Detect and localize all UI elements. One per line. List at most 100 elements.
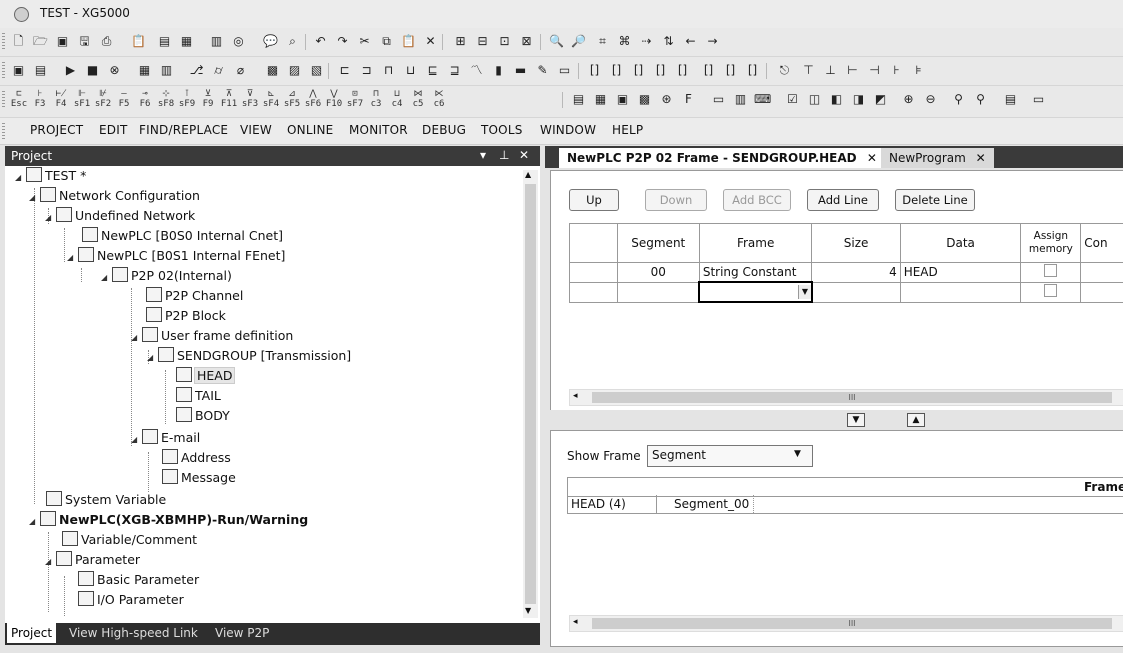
tree-node-cnet[interactable]: NewPLC [B0S0 Internal Cnet] [81, 226, 283, 246]
tab-view-high-speed-link[interactable]: View High-speed Link [69, 626, 198, 640]
col-frame[interactable]: Frame [698, 223, 813, 263]
toolbar-grip[interactable] [2, 62, 5, 80]
network-link-icon[interactable]: ⊡ [496, 33, 513, 50]
trend-icon[interactable]: 〽 [468, 62, 485, 79]
expanded-icon[interactable]: ◢ [131, 430, 141, 450]
delete-icon[interactable]: ✕ [422, 33, 439, 50]
close-icon[interactable]: ✕ [519, 148, 529, 162]
bracket-icon[interactable]: [] [586, 62, 603, 79]
con-cell[interactable] [1080, 281, 1123, 303]
search-icon-2[interactable]: ⚲ [972, 91, 989, 108]
find-next-icon[interactable]: ⇢ [638, 33, 655, 50]
size-cell[interactable] [811, 281, 901, 303]
down-button[interactable]: Down [645, 189, 707, 211]
check-icon[interactable]: ☑ [784, 91, 801, 108]
col-data[interactable]: Data [899, 223, 1022, 263]
tab-project[interactable]: Project [7, 623, 57, 643]
expanded-icon[interactable]: ◢ [147, 348, 157, 368]
ladder-key-sf8-icon[interactable]: ⊹ sF8 [157, 89, 175, 111]
tree-node-plc[interactable]: ◢ NewPLC(XGB-XBMHP)-Run/Warning [29, 510, 308, 530]
close-tab-icon[interactable]: ✕ [867, 151, 877, 165]
show-frame-select[interactable]: Segment ▼ [647, 445, 813, 467]
tree-node-user-frame-definition[interactable]: ◢ User frame definition [131, 326, 293, 346]
segment-cell[interactable] [616, 281, 700, 303]
f5-key-icon[interactable]: ⊢ [844, 62, 861, 79]
find-icon[interactable]: 🔍 [548, 33, 565, 50]
ladder-icon[interactable]: ⊏ [336, 62, 353, 79]
window-icon[interactable]: ▣ [614, 91, 631, 108]
tab-new-program[interactable]: NewProgram ✕ [881, 148, 994, 168]
ladder-key-c4-icon[interactable]: ⊔ c4 [388, 89, 406, 111]
toolbar-grip[interactable] [2, 91, 5, 109]
find-icon[interactable]: ⌕ [284, 33, 301, 50]
col-size[interactable]: Size [811, 223, 901, 263]
tree-node-head[interactable]: HEAD [175, 366, 236, 386]
ladder-key-f4-icon[interactable]: ⊬ F4 [52, 89, 70, 111]
scrollbar-thumb[interactable] [525, 184, 536, 604]
f-box-icon[interactable]: F [680, 91, 697, 108]
col-con[interactable]: Con [1080, 223, 1123, 263]
grid-icon[interactable]: ▥ [732, 91, 749, 108]
tree-node-io-parameter[interactable]: I/O Parameter [77, 590, 184, 610]
pin-icon[interactable]: ⊥ [499, 148, 509, 162]
frame-cell[interactable]: String Constant [698, 262, 813, 283]
ladder-key-sf2-icon[interactable]: ⊮ sF2 [94, 89, 112, 111]
comment-icon[interactable]: 💬 [262, 33, 279, 50]
frame-name-cell[interactable]: HEAD (4) [571, 497, 626, 511]
monitor-stop-icon[interactable]: ⌀ [232, 62, 249, 79]
ring-icon[interactable]: ⊛ [658, 91, 675, 108]
tab-view-p2p[interactable]: View P2P [215, 626, 269, 640]
print-setup-icon[interactable]: ▦ [178, 33, 195, 50]
ladder-key-f3-icon[interactable]: ⊦ F3 [31, 89, 49, 111]
bracket-icon-4[interactable]: [] [652, 62, 669, 79]
scrollbar-thumb[interactable]: III [592, 618, 1112, 629]
menu-view[interactable]: VIEW [240, 123, 272, 137]
menu-monitor[interactable]: MONITOR [349, 123, 408, 137]
delete-line-button[interactable]: Delete Line [895, 189, 975, 211]
segment-cell[interactable]: Segment_00 [674, 497, 749, 511]
tab-sendgroup-head[interactable]: NewPLC P2P 02 Frame - SENDGROUP.HEAD ✕ [559, 148, 885, 168]
tree-node-fenet[interactable]: ◢ NewPLC [B0S1 Internal FEnet] [67, 246, 285, 266]
tree-node-p2p-channel[interactable]: P2P Channel [145, 286, 243, 306]
open-project-icon[interactable]: 🗁 [32, 33, 49, 50]
redo-icon[interactable]: ↷ [334, 33, 351, 50]
frame-dropdown[interactable]: ▼ [698, 281, 813, 303]
ladder-key-sf9-icon[interactable]: ⊺ sF9 [178, 89, 196, 111]
compare-icon[interactable]: ▥ [158, 62, 175, 79]
menu-tools[interactable]: TOOLS [481, 123, 523, 137]
back-icon[interactable]: ← [682, 33, 699, 50]
print-preview-icon[interactable]: ▤ [156, 33, 173, 50]
col-assign-memory[interactable]: Assign memory [1020, 223, 1082, 263]
doc-icon[interactable]: ◫ [806, 91, 823, 108]
replace-device-icon[interactable]: ⌘ [616, 33, 633, 50]
menu-project[interactable]: PROJECT [30, 123, 83, 137]
find-device-icon[interactable]: ⌗ [594, 33, 611, 50]
expanded-icon[interactable]: ◢ [15, 168, 25, 188]
tree-node-email[interactable]: ◢ E-mail [131, 428, 200, 448]
menu-online[interactable]: ONLINE [287, 123, 333, 137]
project-tree-scrollbar[interactable]: ▲ ▼ [523, 170, 538, 618]
bracket-icon-2[interactable]: [] [608, 62, 625, 79]
f3-key-icon[interactable]: ⊤ [800, 62, 817, 79]
data-cell[interactable] [899, 281, 1022, 303]
zoom-in-icon[interactable]: ⊕ [900, 91, 917, 108]
tree-node-network-configuration[interactable]: ◢ Network Configuration [29, 186, 200, 206]
ladder-key-f6-icon[interactable]: ⊸ F6 [136, 89, 154, 111]
menu-debug[interactable]: DEBUG [422, 123, 466, 137]
connect-icon[interactable]: ▣ [10, 62, 27, 79]
ladder-key-sf4-icon[interactable]: ⊾ sF4 [262, 89, 280, 111]
row-header-cell[interactable] [569, 262, 618, 283]
forward-icon[interactable]: → [704, 33, 721, 50]
compile-all-icon[interactable]: ▨ [286, 62, 303, 79]
tree-node-parameter[interactable]: ◢ Parameter [45, 550, 140, 570]
scroll-down-icon[interactable]: ▼ [525, 606, 531, 615]
bracket-icon-5[interactable]: [] [674, 62, 691, 79]
image-icon[interactable]: ▩ [636, 91, 653, 108]
network-icon[interactable]: ⊞ [452, 33, 469, 50]
tree-node-body[interactable]: BODY [175, 406, 230, 426]
doc-icon-3[interactable]: ◨ [850, 91, 867, 108]
bracket-icon-3[interactable]: [] [630, 62, 647, 79]
renumber-icon[interactable]: ⇅ [660, 33, 677, 50]
search-icon[interactable]: ⚲ [950, 91, 967, 108]
save-icon[interactable]: 🖫 [76, 33, 93, 50]
